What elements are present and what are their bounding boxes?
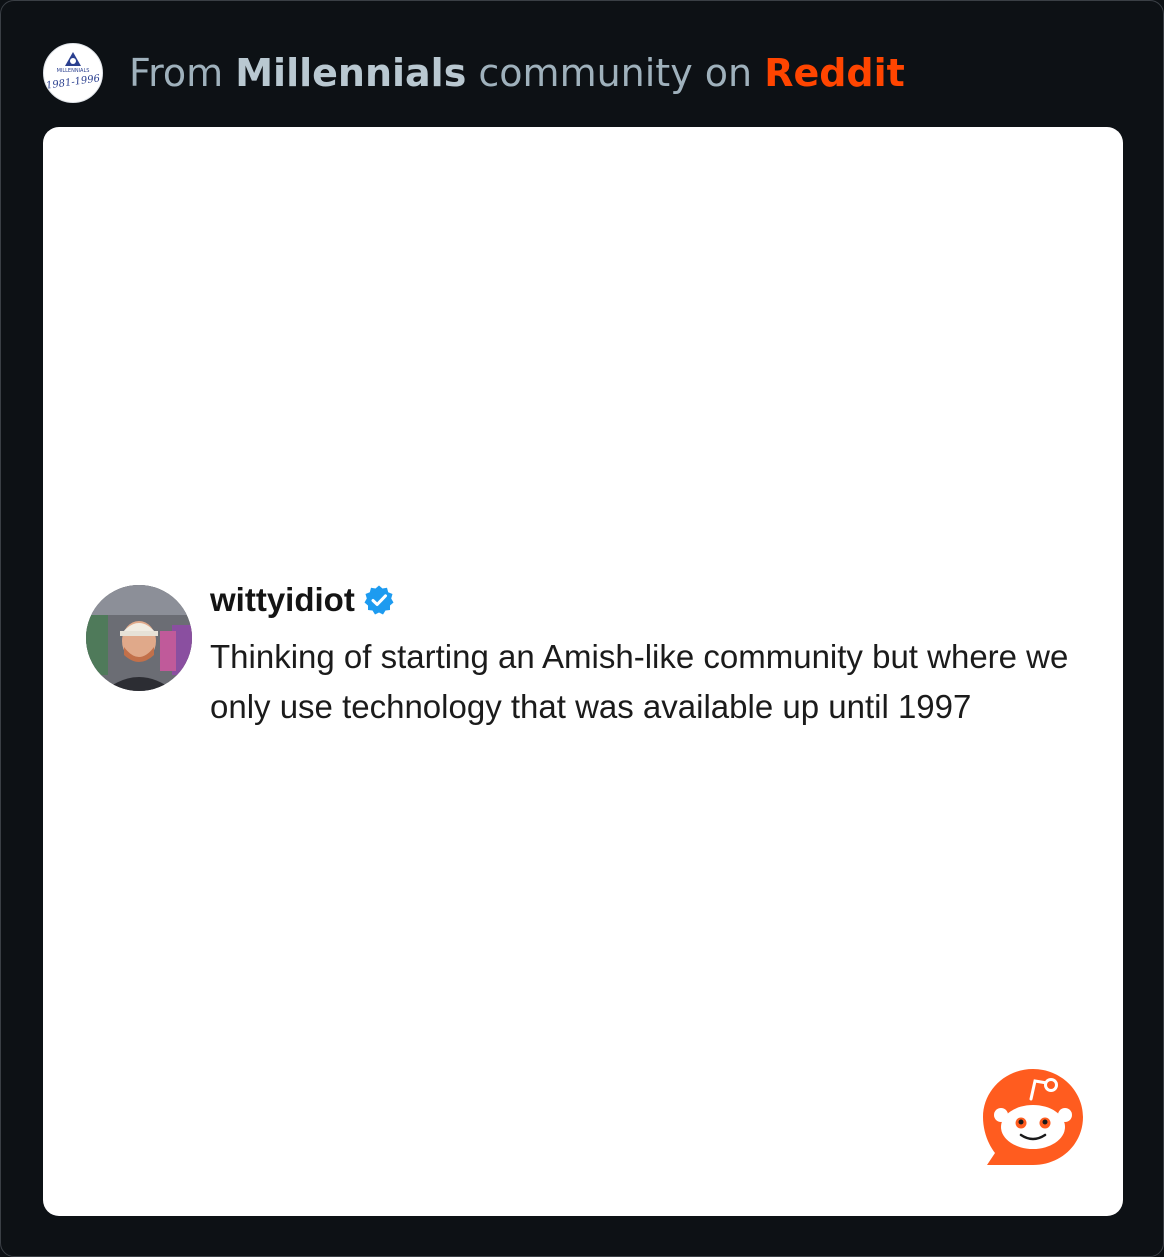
millennials-logo-icon: MILLENNIALS 1981-1996	[45, 45, 101, 101]
verified-badge-icon	[364, 585, 394, 615]
username-row: wittyidiot	[210, 581, 395, 619]
community-name-link[interactable]: Millennials	[235, 51, 466, 95]
username[interactable]: wittyidiot	[210, 581, 355, 619]
header-middle: community on	[466, 51, 765, 95]
community-avatar[interactable]: MILLENNIALS 1981-1996	[43, 43, 103, 103]
header: MILLENNIALS 1981-1996 From Millennials c…	[43, 43, 905, 103]
header-prefix: From	[129, 51, 236, 95]
embed-frame: MILLENNIALS 1981-1996 From Millennials c…	[0, 0, 1164, 1257]
logo-caption-top: MILLENNIALS	[57, 68, 90, 74]
reddit-snoo-icon	[983, 1069, 1083, 1165]
post-text: Thinking of starting an Amish-like commu…	[210, 638, 1069, 725]
user-avatar	[86, 585, 192, 691]
post-image-card[interactable]: wittyidiot Thinking of starting an Amish…	[43, 127, 1123, 1216]
user-photo	[86, 585, 192, 691]
header-text: From Millennials community on Reddit	[129, 51, 905, 95]
platform-name-link[interactable]: Reddit	[764, 51, 905, 95]
